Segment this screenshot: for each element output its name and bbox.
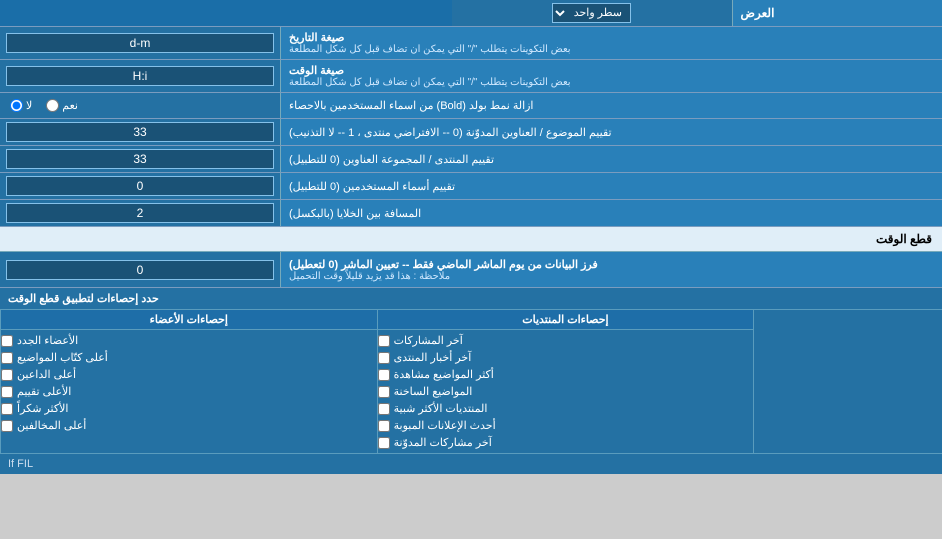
checkbox-label-12: الأكثر شكراً — [17, 402, 68, 415]
time-format-input-cell: H:i — [0, 60, 280, 92]
bold-yes-radio[interactable] — [46, 99, 59, 112]
date-format-input[interactable]: d-m — [6, 33, 274, 53]
checkbox-3[interactable] — [378, 369, 390, 381]
sort-forum-input-cell: 33 — [0, 146, 280, 172]
checkbox-label-2: آخر أخبار المنتدى — [394, 351, 472, 364]
checkboxes-area: إحصاءات المنتديات آخر المشاركات آخر أخبا… — [0, 310, 942, 453]
posts-stats-header: إحصاءات المنتديات — [378, 310, 754, 330]
checkbox-label-7: آخر مشاركات المدوّنة — [394, 436, 492, 449]
sort-users-label-cell: تقييم أسماء المستخدمين (0 للتطبيل) — [280, 173, 942, 199]
checkbox-label-4: المواضيع الساخنة — [394, 385, 473, 398]
display-mode-cell: سطر واحد عدة أسطر — [452, 0, 732, 26]
checkbox-12[interactable] — [1, 403, 13, 415]
checkbox-label-13: أعلى المخالفين — [17, 419, 86, 432]
checkbox-item-10: أعلى الداعين — [1, 366, 377, 383]
filter-label: فرز البيانات من يوم الماشر الماضي فقط --… — [289, 258, 598, 271]
checkbox-5[interactable] — [378, 403, 390, 415]
checkbox-item-4: المواضيع الساخنة — [378, 383, 754, 400]
checkbox-9[interactable] — [1, 352, 13, 364]
time-format-label: صيغة الوقت — [289, 64, 344, 77]
date-format-input-cell: d-m — [0, 27, 280, 59]
sort-users-label: تقييم أسماء المستخدمين (0 للتطبيل) — [289, 180, 455, 193]
checkbox-item-2: آخر أخبار المنتدى — [378, 349, 754, 366]
sort-forum-label-cell: تقييم المنتدى / المجموعة العناوين (0 للت… — [280, 146, 942, 172]
sort-forum-label: تقييم المنتدى / المجموعة العناوين (0 للت… — [289, 153, 494, 166]
checkbox-item-11: الأعلى تقييم — [1, 383, 377, 400]
filter-label-cell: فرز البيانات من يوم الماشر الماضي فقط --… — [280, 252, 942, 287]
spacing-label-cell: المسافة بين الخلايا (بالبكسل) — [280, 200, 942, 226]
filter-note: ملاحظة : هذا قد يزيد قليلاً وقت التحميل — [289, 271, 450, 282]
checkbox-item-6: أحدث الإعلانات المبوبة — [378, 417, 754, 434]
limit-label: حدد إحصاءات لتطبيق قطع الوقت — [8, 292, 159, 305]
checkbox-item-1: آخر المشاركات — [378, 332, 754, 349]
checkbox-10[interactable] — [1, 369, 13, 381]
spacing-input[interactable]: 2 — [6, 203, 274, 223]
checkbox-4[interactable] — [378, 386, 390, 398]
spacing-input-cell: 2 — [0, 200, 280, 226]
date-format-label: صيغة التاريخ — [289, 31, 344, 44]
bold-no-label[interactable]: لا — [10, 99, 32, 112]
checkbox-label-10: أعلى الداعين — [17, 368, 76, 381]
sort-users-input-cell: 0 — [0, 173, 280, 199]
members-stats-col: إحصاءات الأعضاء الأعضاء الجدد أعلى كتّاب… — [0, 310, 377, 453]
checkbox-label-1: آخر المشاركات — [394, 334, 463, 347]
checkbox-item-5: المنتديات الأكثر شبية — [378, 400, 754, 417]
checkbox-11[interactable] — [1, 386, 13, 398]
bold-no-radio[interactable] — [10, 99, 23, 112]
time-format-input[interactable]: H:i — [6, 66, 274, 86]
bold-label: ازالة نمط بولد (Bold) من اسماء المستخدمي… — [289, 99, 534, 112]
checkbox-2[interactable] — [378, 352, 390, 364]
checkbox-item-12: الأكثر شكراً — [1, 400, 377, 417]
sort-users-input[interactable]: 0 — [6, 176, 274, 196]
display-mode-select[interactable]: سطر واحد عدة أسطر — [552, 3, 631, 23]
posts-stats-col: إحصاءات المنتديات آخر المشاركات آخر أخبا… — [377, 310, 754, 453]
page-title: العرض — [732, 0, 942, 26]
checkbox-label-9: أعلى كتّاب المواضيع — [17, 351, 108, 364]
checkbox-7[interactable] — [378, 437, 390, 449]
bold-label-cell: ازالة نمط بولد (Bold) من اسماء المستخدمي… — [280, 93, 942, 118]
sort-forum-input[interactable]: 33 — [6, 149, 274, 169]
sort-topics-input[interactable]: 33 — [6, 122, 274, 142]
checkbox-label-3: أكثر المواضيع مشاهدة — [394, 368, 494, 381]
bold-no-text: لا — [26, 99, 32, 112]
bold-yes-text: نعم — [62, 99, 78, 112]
checkbox-1[interactable] — [378, 335, 390, 347]
members-stats-header: إحصاءات الأعضاء — [1, 310, 377, 330]
bold-yes-label[interactable]: نعم — [46, 99, 78, 112]
sort-topics-label: تقييم الموضوع / العناوين المدوّنة (0 -- … — [289, 126, 612, 139]
checkbox-item-8: الأعضاء الجدد — [1, 332, 377, 349]
checkbox-label-5: المنتديات الأكثر شبية — [394, 402, 488, 415]
date-format-sublabel: بعض التكوينات يتطلب "/" التي يمكن ان تضا… — [289, 44, 571, 55]
checkbox-label-11: الأعلى تقييم — [17, 385, 71, 398]
checkbox-6[interactable] — [378, 420, 390, 432]
date-format-label-cell: صيغة التاريخ بعض التكوينات يتطلب "/" الت… — [280, 27, 942, 59]
time-format-sublabel: بعض التكوينات يتطلب "/" التي يمكن ان تضا… — [289, 77, 571, 88]
checkbox-label-8: الأعضاء الجدد — [17, 334, 78, 347]
sort-topics-label-cell: تقييم الموضوع / العناوين المدوّنة (0 -- … — [280, 119, 942, 145]
checkbox-8[interactable] — [1, 335, 13, 347]
sort-topics-input-cell: 33 — [0, 119, 280, 145]
spacing-label: المسافة بين الخلايا (بالبكسل) — [289, 207, 421, 220]
checkbox-item-3: أكثر المواضيع مشاهدة — [378, 366, 754, 383]
filter-input-cell: 0 — [0, 252, 280, 287]
bold-radio-cell: نعم لا — [0, 93, 280, 118]
checkbox-item-7: آخر مشاركات المدوّنة — [378, 434, 754, 451]
time-format-label-cell: صيغة الوقت بعض التكوينات يتطلب "/" التي … — [280, 60, 942, 92]
if-fil-text: If FIL — [0, 454, 942, 474]
time-cut-header: قطع الوقت — [0, 227, 942, 252]
checkbox-13[interactable] — [1, 420, 13, 432]
filter-input[interactable]: 0 — [6, 260, 274, 280]
checkbox-item-9: أعلى كتّاب المواضيع — [1, 349, 377, 366]
checkbox-label-6: أحدث الإعلانات المبوبة — [394, 419, 496, 432]
checkbox-item-13: أعلى المخالفين — [1, 417, 377, 434]
